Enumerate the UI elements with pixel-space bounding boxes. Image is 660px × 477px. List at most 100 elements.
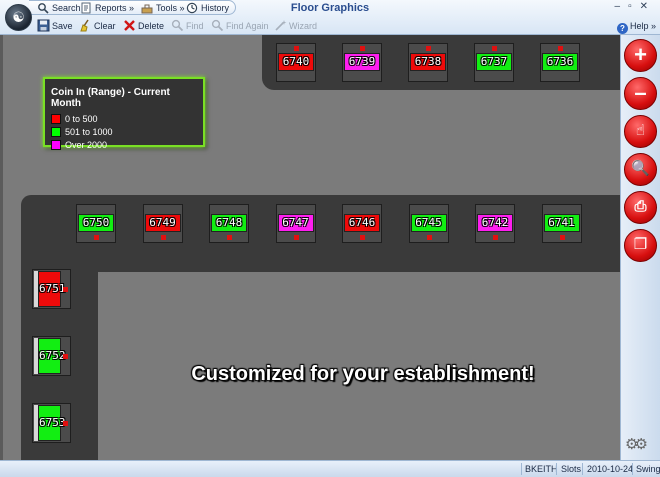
machine-number: 6751 [38, 271, 66, 307]
floor-canvas[interactable]: 6740 6739 6738 6737 6736 6750 6749 6748 6747 674… [0, 35, 620, 460]
tools-menu[interactable]: Tools » [141, 1, 185, 15]
slot-machine-6749[interactable]: 6749 [142, 204, 183, 243]
title-toolbar: ☯ Search Reports » Tools » History Floor… [0, 0, 660, 35]
machine-number: 6748 [211, 214, 247, 232]
machine-number: 6753 [38, 405, 66, 441]
legend-item: 0 to 500 [51, 114, 197, 127]
slot-machine-6737[interactable]: 6737 [474, 43, 514, 82]
machine-number: 6741 [543, 214, 580, 232]
legend-label: Over 2000 [65, 140, 108, 150]
find-button[interactable]: Find [171, 19, 204, 33]
slot-machine-6739[interactable]: 6739 [342, 43, 382, 82]
minimize-icon[interactable]: – [615, 1, 629, 12]
legend-label: 0 to 500 [65, 114, 98, 124]
status-shift: Swing [636, 464, 660, 474]
window-controls[interactable]: –▫✕ [615, 1, 657, 12]
status-led-icon [360, 235, 365, 240]
copy-tool-button[interactable]: ❐ [624, 229, 657, 262]
legend-swatch [51, 114, 61, 124]
copy-icon: ❐ [633, 236, 648, 253]
status-led-icon [492, 46, 497, 51]
machine-number: 6745 [410, 214, 447, 232]
machine-number: 6750 [78, 214, 114, 232]
slot-machine-6745[interactable]: 6745 [408, 204, 449, 243]
slot-machine-6750[interactable]: 6750 [76, 204, 116, 243]
reports-menu-label: Reports [95, 3, 127, 13]
search-menu-label: Search [52, 3, 81, 13]
search-menu[interactable]: Search [37, 1, 81, 15]
machine-number: 6736 [542, 53, 578, 71]
delete-button[interactable]: Delete [123, 19, 164, 33]
help-menu[interactable]: ? Help » [616, 21, 656, 34]
machine-number: 6740 [278, 53, 314, 71]
status-led-icon [294, 46, 299, 51]
status-separator [632, 463, 633, 475]
legend-panel[interactable]: Coin In (Range) - Current Month 0 to 500… [43, 77, 205, 150]
app-logo-icon[interactable]: ☯ [5, 4, 32, 31]
remove-tool-button[interactable]: – [624, 77, 657, 110]
status-led-icon [493, 235, 498, 240]
banner-text-before: Customized for [191, 363, 343, 385]
slot-machine-6748[interactable]: 6748 [209, 204, 249, 243]
slot-machine-6736[interactable]: 6736 [540, 43, 580, 82]
status-led-icon [558, 46, 563, 51]
restore-icon[interactable]: ▫ [628, 1, 640, 12]
chevron-down-icon: » [129, 3, 135, 13]
slot-machine-6742[interactable]: 6742 [475, 204, 515, 243]
history-menu[interactable]: History [186, 1, 229, 15]
status-led-icon [63, 287, 68, 292]
status-led-icon [426, 46, 431, 51]
banner-text-after: establishment! [387, 363, 535, 385]
status-user: BKEITH [525, 464, 558, 474]
slot-machine-6747[interactable]: 6747 [275, 204, 316, 243]
settings-gears-icon[interactable]: ⚙⚙ [625, 435, 648, 453]
status-date: 2010-10-24 [587, 464, 634, 474]
delete-button-label: Delete [138, 21, 165, 31]
chevron-down-icon: » [650, 21, 656, 31]
add-tool-button[interactable]: + [624, 39, 657, 72]
machine-number: 6752 [38, 338, 66, 374]
print-tool-button[interactable]: ⎙ [624, 191, 657, 224]
zoom-tool-button[interactable]: 🔍 [624, 153, 657, 186]
legend-label: 501 to 1000 [65, 127, 113, 137]
wizard-button-label: Wizard [289, 21, 318, 31]
clear-button[interactable]: Clear [79, 19, 116, 33]
status-separator [582, 463, 583, 475]
status-led-icon [160, 235, 166, 240]
save-icon [37, 19, 50, 32]
save-button[interactable]: Save [37, 19, 73, 33]
help-menu-label: Help [629, 21, 649, 31]
slot-machine-6752[interactable]: 6752 [32, 336, 71, 376]
find-again-button-label: Find Again [226, 21, 269, 31]
status-bar: BKEITH Slots 2010-10-24 Swing [0, 460, 660, 477]
slot-machine-6751[interactable]: 6751 [32, 269, 71, 309]
tools-icon [141, 2, 153, 14]
slot-machine-6741[interactable]: 6741 [541, 204, 582, 243]
machine-number: 6742 [477, 214, 513, 232]
status-separator [521, 463, 522, 475]
machine-number: 6739 [344, 53, 380, 71]
reports-menu[interactable]: Reports » [80, 1, 134, 15]
reports-icon [80, 2, 92, 14]
slot-machine-6746[interactable]: 6746 [342, 204, 382, 243]
wizard-button[interactable]: Wizard [274, 19, 317, 33]
hand-pointer-icon: ☝ [635, 122, 646, 139]
save-button-label: Save [52, 21, 73, 31]
wizard-wand-icon [274, 19, 287, 31]
help-icon: ? [616, 23, 628, 34]
machine-number: 6746 [344, 214, 380, 232]
select-tool-button[interactable]: ☝ [624, 115, 657, 148]
status-led-icon [63, 354, 68, 359]
status-led-icon [559, 235, 565, 240]
find-again-icon [211, 19, 224, 32]
tool-panel: + – ☝ 🔍 ⎙ ❐ ⚙⚙ [620, 35, 660, 460]
close-icon[interactable]: ✕ [640, 1, 656, 12]
status-led-icon [94, 235, 99, 240]
slot-machine-6753[interactable]: 6753 [32, 403, 71, 443]
slot-machine-6738[interactable]: 6738 [408, 43, 448, 82]
slot-machine-6740[interactable]: 6740 [276, 43, 316, 82]
plus-icon: + [634, 42, 647, 67]
status-led-icon [63, 421, 68, 426]
legend-item: Over 2000 [51, 140, 197, 153]
find-again-button[interactable]: Find Again [211, 19, 269, 33]
